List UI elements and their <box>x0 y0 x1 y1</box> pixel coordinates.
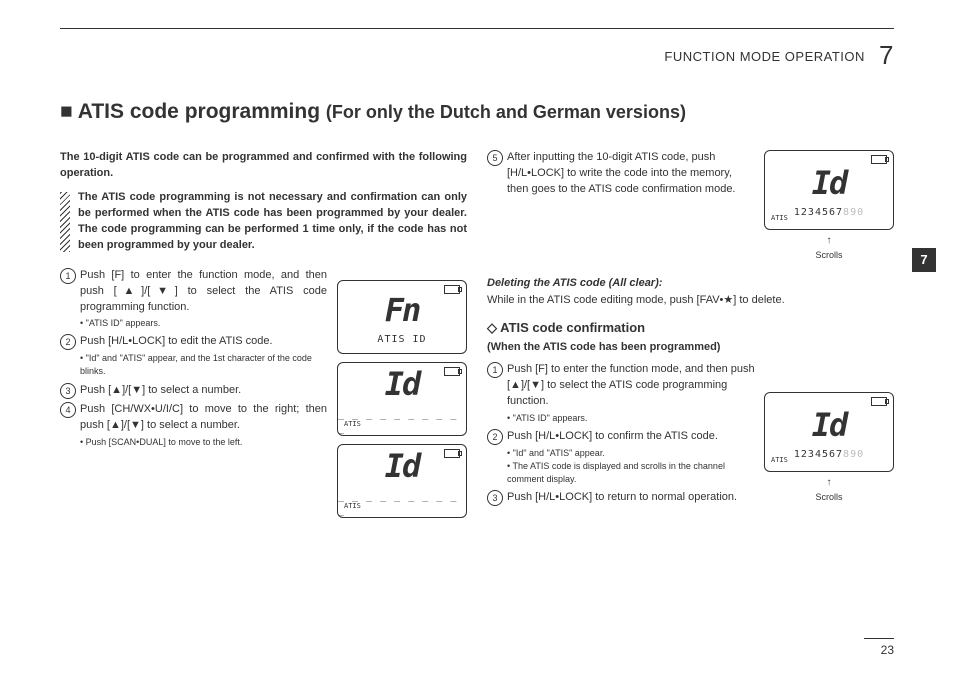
battery-icon <box>444 285 460 294</box>
battery-icon <box>444 449 460 458</box>
section-name: FUNCTION MODE OPERATION <box>664 49 864 64</box>
delete-text: While in the ATIS code editing mode, pus… <box>487 293 894 309</box>
confirmation-heading: ATIS code confirmation <box>487 319 894 338</box>
intro-text: The 10-digit ATIS code can be programmed… <box>60 150 467 182</box>
title-main: ■ ATIS code programming <box>60 100 320 123</box>
programming-steps: 1 Push [F] to enter the function mode, a… <box>60 268 327 450</box>
scrolls-label-top: Scrolls <box>764 234 894 262</box>
caution-note: The ATIS code programming is not necessa… <box>60 190 467 254</box>
header-line: FUNCTION MODE OPERATION 7 <box>664 40 894 71</box>
top-rule <box>60 28 894 29</box>
conf-step-1: 1 Push [F] to enter the function mode, a… <box>487 362 894 425</box>
step-5: 5 After inputting the 10-digit ATIS code… <box>487 150 894 198</box>
page-number: 23 <box>864 638 894 657</box>
step-3: 3 Push [▲]/[▼] to select a number. <box>60 383 327 399</box>
conf-step-3: 3 Push [H/L•LOCK] to return to normal op… <box>487 490 894 506</box>
lcd-id-blank-2: Id _ _ _ _ _ _ _ _ _ _ ATIS <box>337 444 467 518</box>
step-1: 1 Push [F] to enter the function mode, a… <box>60 268 327 331</box>
conf-step-2: 2 Push [H/L•LOCK] to confirm the ATIS co… <box>487 429 894 486</box>
delete-heading: Deleting the ATIS code (All clear): <box>487 276 894 292</box>
confirmation-subheading: (When the ATIS code has been programmed) <box>487 340 894 356</box>
step-4: 4 Push [CH/WX•U/I/C] to move to the righ… <box>60 402 327 449</box>
chapter-number: 7 <box>879 40 894 70</box>
right-column: Id 1234567890 ATIS Scrolls 5 After input… <box>487 150 894 643</box>
manual-page: FUNCTION MODE OPERATION 7 ■ ATIS code pr… <box>0 0 954 673</box>
left-lcd-stack: Fn ATIS ID Id _ _ _ _ _ _ _ _ _ _ ATIS I… <box>337 280 467 526</box>
confirmation-steps: 1 Push [F] to enter the function mode, a… <box>487 362 894 506</box>
content-columns: The 10-digit ATIS code can be programmed… <box>60 150 894 643</box>
lcd-fn: Fn ATIS ID <box>337 280 467 354</box>
step-5-list: 5 After inputting the 10-digit ATIS code… <box>487 150 894 198</box>
side-tab: 7 <box>912 248 936 272</box>
battery-icon <box>444 367 460 376</box>
step-2: 2 Push [H/L•LOCK] to edit the ATIS code.… <box>60 334 327 378</box>
left-column: The 10-digit ATIS code can be programmed… <box>60 150 467 643</box>
title-sub: (For only the Dutch and German versions) <box>326 102 686 122</box>
page-title: ■ ATIS code programming (For only the Du… <box>60 100 686 124</box>
lcd-id-blank-1: Id _ _ _ _ _ _ _ _ _ _ ATIS <box>337 362 467 436</box>
